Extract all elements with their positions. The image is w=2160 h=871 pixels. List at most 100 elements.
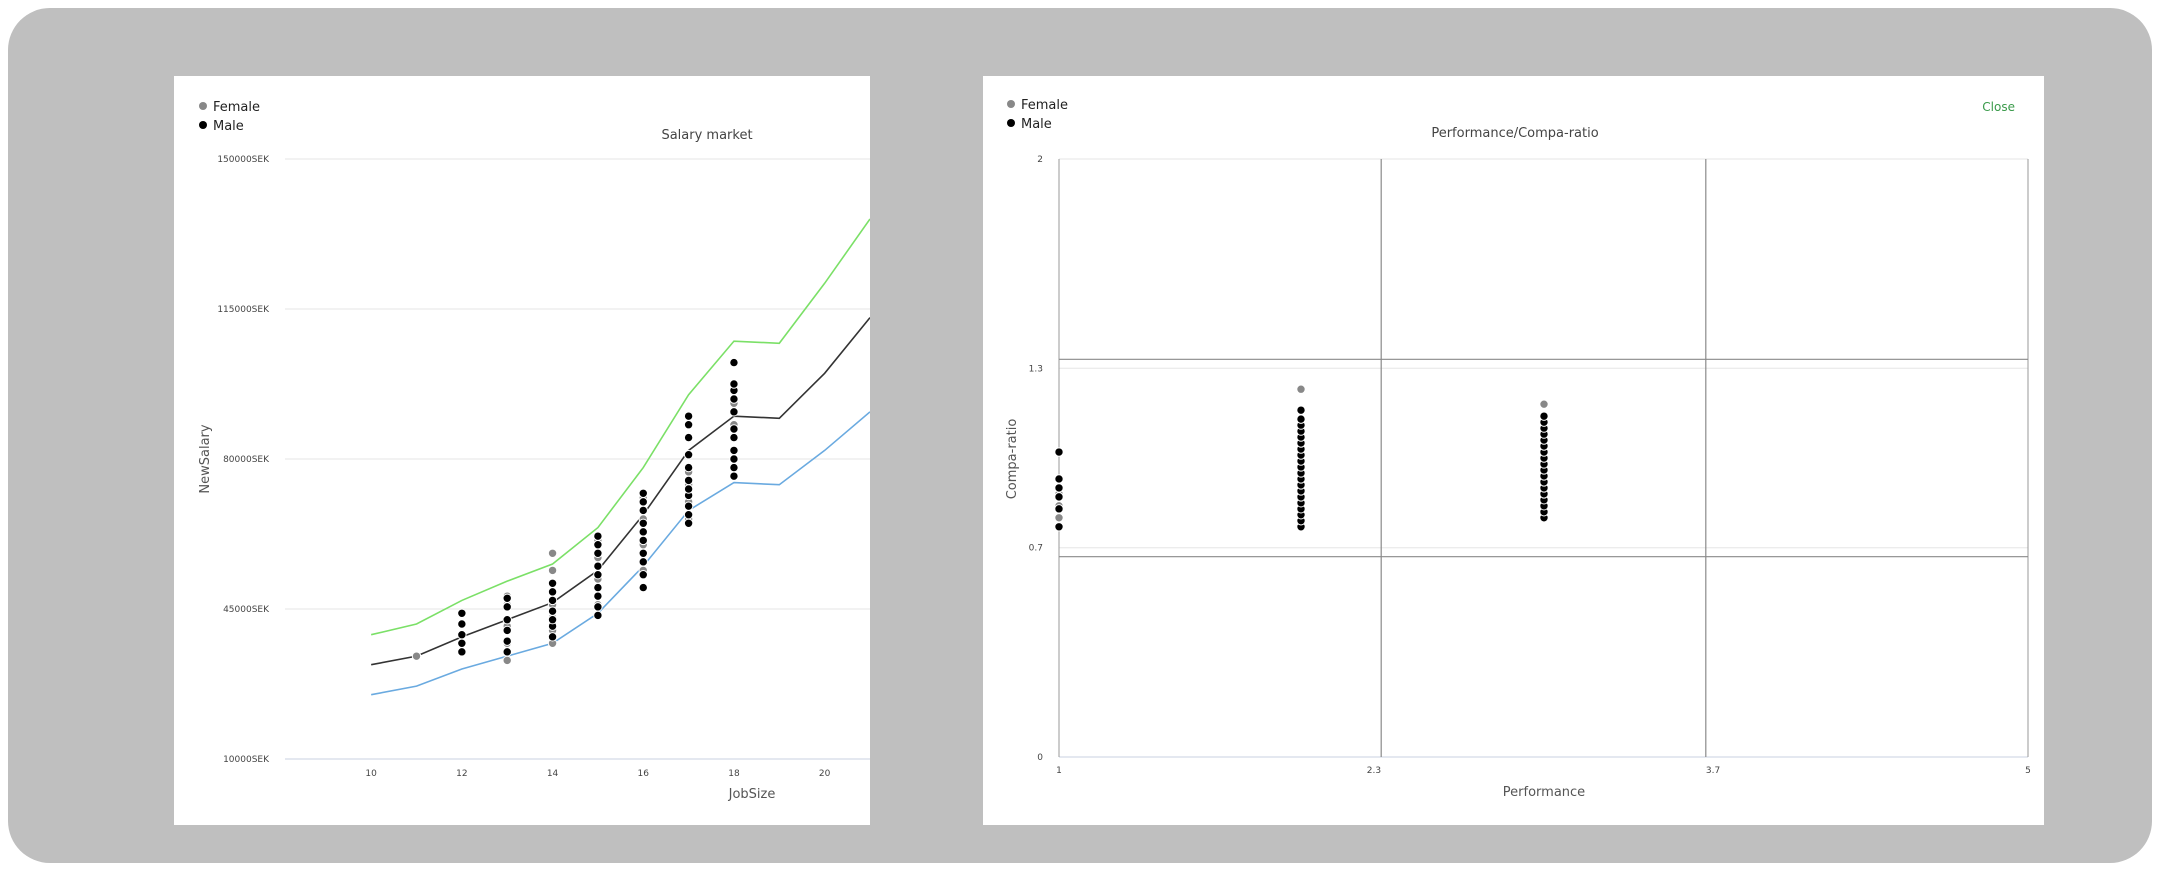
male-data-point[interactable]	[729, 394, 739, 404]
male-data-point[interactable]	[1054, 474, 1064, 484]
male-data-point[interactable]	[638, 570, 648, 580]
male-data-point[interactable]	[547, 587, 558, 597]
male-data-point[interactable]	[1054, 522, 1064, 532]
x-tick-label: 3.7	[1706, 766, 1720, 776]
female-data-point[interactable]	[502, 655, 512, 666]
male-data-point[interactable]	[1054, 504, 1064, 514]
x-tick-label: 1	[1056, 766, 1062, 776]
male-data-point[interactable]	[593, 591, 603, 601]
male-data-point[interactable]	[683, 462, 694, 473]
x-tick-label: 20	[819, 769, 831, 779]
y-tick-label: 45000SEK	[223, 605, 270, 615]
x-axis-title: JobSize	[728, 787, 776, 802]
y-tick-label: 0	[1037, 753, 1043, 763]
male-data-point[interactable]	[683, 432, 694, 443]
male-data-point[interactable]	[638, 548, 648, 558]
male-data-point[interactable]	[729, 407, 739, 417]
male-data-point[interactable]	[502, 593, 512, 603]
male-data-point[interactable]	[683, 411, 694, 421]
male-data-point[interactable]	[1296, 414, 1306, 424]
male-data-point[interactable]	[729, 357, 739, 368]
male-data-point[interactable]	[593, 570, 603, 580]
male-data-point[interactable]	[502, 625, 512, 636]
male-data-point[interactable]	[457, 608, 467, 618]
male-data-point[interactable]	[547, 595, 558, 606]
male-data-point[interactable]	[638, 527, 648, 537]
male-data-point[interactable]	[683, 420, 694, 430]
legend-female-label[interactable]: Female	[1021, 98, 1068, 113]
male-data-point[interactable]	[547, 578, 558, 588]
chart-title: Salary market	[661, 128, 752, 143]
male-data-point[interactable]	[638, 535, 648, 546]
male-data-point[interactable]	[729, 471, 739, 481]
x-tick-label: 18	[728, 769, 740, 779]
male-data-point[interactable]	[729, 379, 739, 389]
male-data-point[interactable]	[1054, 492, 1064, 502]
male-data-point[interactable]	[502, 647, 512, 657]
male-data-point[interactable]	[638, 505, 648, 516]
legend-male-label[interactable]: Male	[213, 119, 244, 134]
male-data-point[interactable]	[1054, 483, 1064, 493]
male-data-point[interactable]	[1539, 411, 1549, 421]
male-data-point[interactable]	[547, 615, 558, 625]
legend-female-marker	[199, 102, 207, 110]
male-data-point[interactable]	[729, 462, 739, 473]
male-data-point[interactable]	[638, 488, 648, 498]
y-tick-label: 2	[1037, 155, 1043, 165]
male-data-point[interactable]	[683, 484, 694, 494]
male-data-point[interactable]	[683, 510, 694, 520]
male-data-point[interactable]	[593, 610, 603, 621]
male-data-point[interactable]	[593, 548, 603, 558]
x-axis-title: Performance	[1503, 785, 1585, 800]
legend-female-marker	[1007, 100, 1015, 108]
female-data-point[interactable]	[1296, 384, 1306, 394]
male-data-point[interactable]	[502, 602, 512, 612]
male-data-point[interactable]	[683, 450, 694, 460]
male-data-point[interactable]	[638, 557, 648, 567]
male-data-point[interactable]	[729, 424, 739, 434]
male-data-point[interactable]	[593, 602, 603, 612]
male-data-point[interactable]	[547, 632, 558, 642]
female-data-point[interactable]	[1054, 513, 1064, 523]
x-tick-label: 10	[365, 769, 377, 779]
male-data-point[interactable]	[547, 606, 558, 616]
y-tick-label: 10000SEK	[223, 755, 270, 765]
male-data-point[interactable]	[683, 518, 694, 528]
y-tick-label: 150000SEK	[217, 155, 270, 165]
male-data-point[interactable]	[593, 561, 603, 571]
male-data-point[interactable]	[1296, 405, 1306, 415]
male-data-point[interactable]	[638, 518, 648, 528]
close-button[interactable]: Close	[1982, 100, 2015, 114]
male-data-point[interactable]	[683, 475, 694, 486]
male-data-point[interactable]	[683, 501, 694, 511]
female-data-point[interactable]	[411, 651, 422, 661]
male-data-point[interactable]	[638, 582, 648, 593]
male-data-point[interactable]	[729, 454, 739, 464]
legend-female-label[interactable]: Female	[213, 100, 260, 115]
male-data-point[interactable]	[457, 619, 467, 629]
male-data-point[interactable]	[638, 497, 648, 507]
male-data-point[interactable]	[1054, 447, 1064, 457]
female-data-point[interactable]	[547, 565, 558, 576]
male-data-point[interactable]	[729, 432, 739, 443]
male-data-point[interactable]	[457, 630, 467, 640]
x-tick-label: 5	[2025, 766, 2031, 776]
male-data-point[interactable]	[502, 636, 512, 646]
male-data-point[interactable]	[502, 615, 512, 625]
mid-market-line	[371, 317, 870, 666]
male-data-point[interactable]	[593, 531, 603, 541]
x-tick-label: 16	[638, 769, 650, 779]
legend-male-marker	[1007, 119, 1015, 127]
legend-male-label[interactable]: Male	[1021, 117, 1052, 132]
male-data-point[interactable]	[457, 647, 467, 657]
male-data-point[interactable]	[457, 638, 467, 648]
x-tick-label: 12	[456, 769, 467, 779]
upper-market-line	[370, 218, 870, 636]
y-tick-label: 115000SEK	[217, 305, 270, 315]
female-data-point[interactable]	[547, 548, 558, 558]
female-data-point[interactable]	[1539, 399, 1549, 409]
male-data-point[interactable]	[593, 540, 603, 550]
male-data-point[interactable]	[729, 445, 739, 456]
male-data-point[interactable]	[593, 582, 603, 593]
x-tick-label: 2.3	[1367, 766, 1381, 776]
